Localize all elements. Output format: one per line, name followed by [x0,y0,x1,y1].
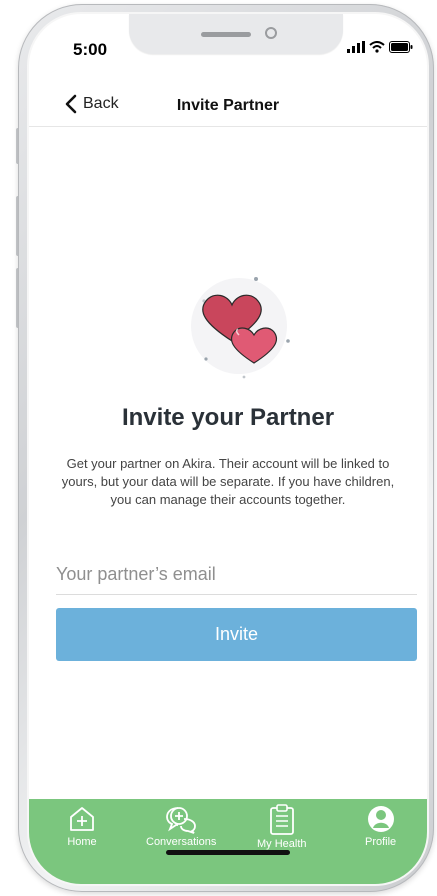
home-plus-icon [70,807,94,831]
navigation-bar: Back Invite Partner [29,86,427,127]
tab-conversations[interactable]: Conversations [146,804,216,848]
page-title: Invite Partner [176,97,280,114]
hearts-illustration [191,277,290,379]
status-time: 5:00 [73,40,108,59]
tab-my-health-label: My Health [257,838,307,850]
wifi-icon [369,41,385,53]
home-indicator [166,850,290,855]
status-icons [347,41,413,53]
speaker-grille [201,32,251,37]
clipboard-icon [269,804,294,835]
partner-email-input[interactable] [56,556,417,592]
invite-button[interactable]: Invite [56,608,417,661]
tab-conversations-label: Conversations [146,836,217,848]
tab-my-health[interactable]: My Health [257,804,307,850]
section-heading: Invite your Partner [121,404,335,431]
front-camera [265,27,277,39]
chat-icon [166,807,197,834]
description-text: Get your partner on Akira. Their account… [61,456,395,507]
notch [129,14,343,54]
email-field-container [56,556,417,595]
profile-icon [367,806,394,832]
tab-bar: Home Conversations My Health Profile [29,799,427,884]
signal-icon [347,41,365,53]
tab-home[interactable]: Home [67,804,97,848]
phone-screen: 5:00 Back Invite Partner Invite your Par… [29,14,427,884]
tab-home-label: Home [67,836,97,848]
tab-profile[interactable]: Profile [365,804,396,848]
tab-profile-label: Profile [365,836,397,848]
battery-icon [389,41,413,53]
